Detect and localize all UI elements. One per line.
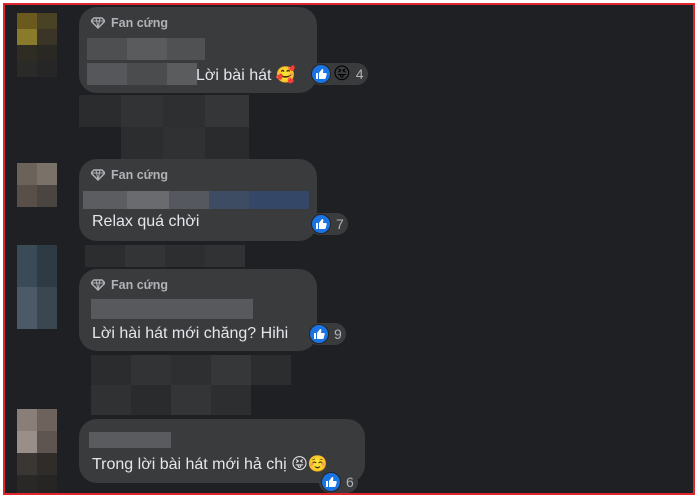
comment-bubble: Fan cứng Lời hài hát mới chăng? Hihi bbox=[79, 269, 317, 351]
avatar[interactable] bbox=[17, 163, 57, 207]
badge-label: Fan cứng bbox=[111, 278, 168, 292]
diamond-icon bbox=[91, 169, 105, 181]
censored-attachment[interactable] bbox=[91, 355, 291, 415]
like-icon bbox=[311, 64, 331, 84]
reaction-count: 4 bbox=[355, 66, 364, 82]
avatar[interactable] bbox=[17, 13, 57, 77]
reaction-summary[interactable]: 9 bbox=[307, 323, 346, 345]
top-fan-badge: Fan cứng bbox=[91, 278, 168, 292]
comment-text: Relax quá chời bbox=[92, 213, 200, 230]
censored-attachment[interactable] bbox=[79, 95, 249, 159]
reaction-summary[interactable]: 7 bbox=[309, 213, 348, 235]
reaction-summary[interactable]: 6 bbox=[319, 471, 358, 493]
commenter-name-censored[interactable] bbox=[91, 299, 253, 319]
reaction-count: 9 bbox=[334, 326, 342, 342]
comment-bubble: Fan cứng Relax quá chời bbox=[79, 159, 317, 241]
like-icon bbox=[321, 472, 341, 492]
comment-text: Trong lời bài hát mới hả chị 😝☺️ bbox=[92, 456, 328, 473]
like-icon bbox=[309, 324, 329, 344]
commenter-name-censored[interactable] bbox=[83, 191, 309, 209]
censored-attachment bbox=[85, 245, 245, 267]
reaction-count: 6 bbox=[346, 474, 354, 490]
comment-bubble: Fan cứng Lời bài hát 🥰 bbox=[79, 7, 317, 93]
avatar[interactable] bbox=[17, 409, 57, 493]
commenter-name-censored[interactable] bbox=[89, 432, 171, 448]
like-icon bbox=[311, 214, 331, 234]
top-fan-badge: Fan cứng bbox=[91, 168, 168, 182]
comment-text: Lời hài hát mới chăng? Hihi bbox=[92, 325, 289, 342]
commenter-name-censored bbox=[87, 63, 197, 85]
laugh-icon: 😝 bbox=[333, 64, 351, 83]
reaction-count: 7 bbox=[336, 216, 344, 232]
reaction-summary[interactable]: 😝 4 bbox=[309, 63, 368, 85]
diamond-icon bbox=[91, 279, 105, 291]
diamond-icon bbox=[91, 17, 105, 29]
avatar[interactable] bbox=[17, 245, 57, 329]
comment-text: Lời bài hát 🥰 bbox=[196, 67, 296, 84]
commenter-name-censored[interactable] bbox=[87, 38, 205, 60]
badge-label: Fan cứng bbox=[111, 16, 168, 30]
badge-label: Fan cứng bbox=[111, 168, 168, 182]
top-fan-badge: Fan cứng bbox=[91, 16, 168, 30]
screenshot-frame: Fan cứng Lời bài hát 🥰 😝 4 Fan cứng Rela… bbox=[3, 3, 695, 495]
